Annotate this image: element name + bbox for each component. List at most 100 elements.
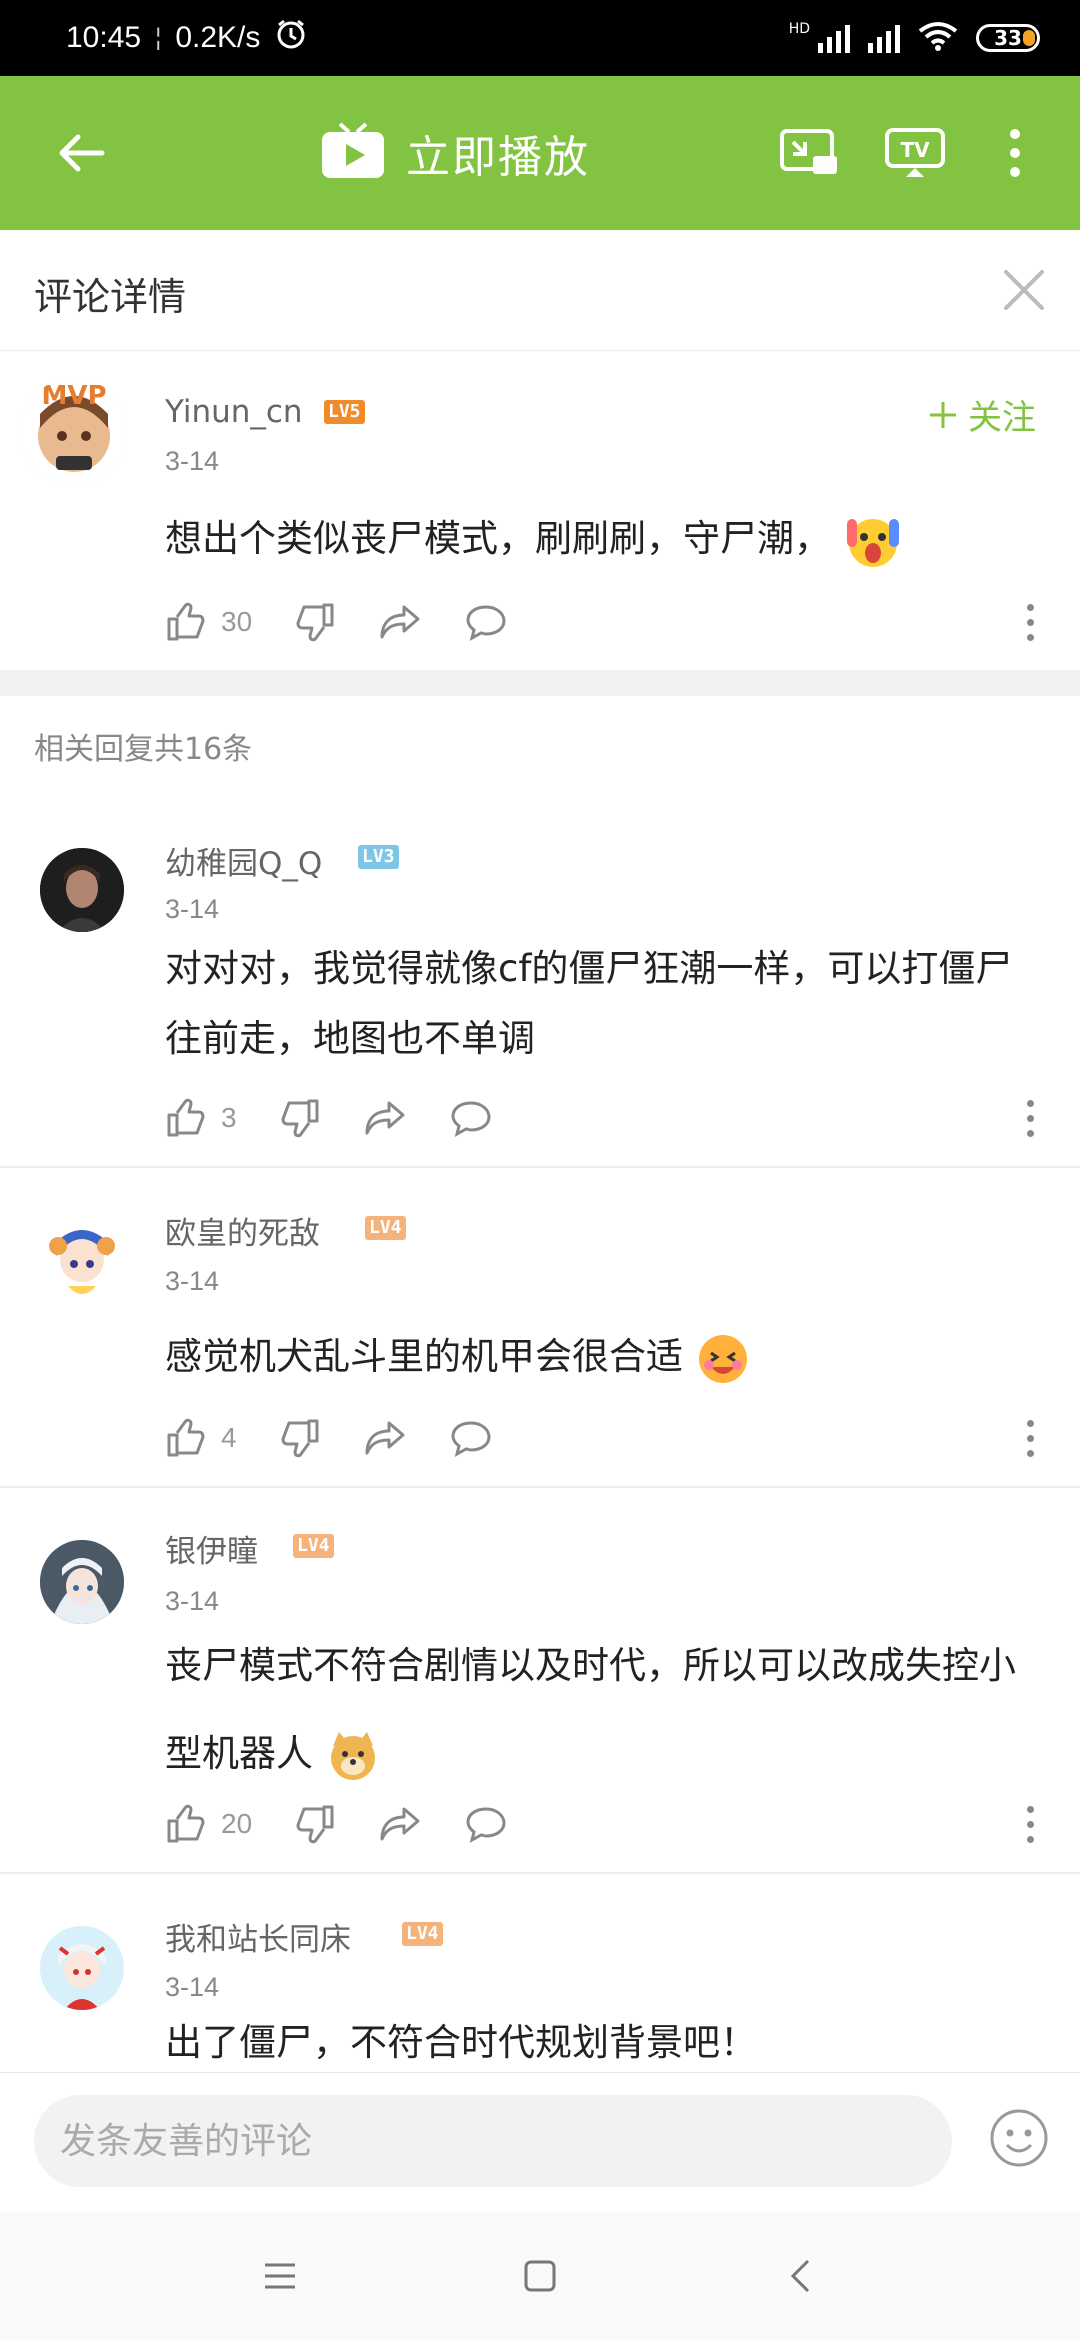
share-arrow-icon xyxy=(380,605,420,639)
divider xyxy=(0,1872,1080,1874)
share-button[interactable] xyxy=(378,601,422,643)
comment-text-body: 想出个类似丧尸模式，刷刷刷，守尸潮， xyxy=(165,517,831,560)
reply-button[interactable] xyxy=(449,1417,493,1459)
home-button[interactable] xyxy=(510,2246,570,2306)
divider xyxy=(0,1486,1080,1488)
thumbs-down-icon xyxy=(281,1099,319,1138)
like-button[interactable]: 3 xyxy=(165,1097,237,1139)
home-square-icon xyxy=(524,2260,556,2292)
avatar[interactable] xyxy=(40,848,124,932)
like-button[interactable]: 30 xyxy=(165,601,252,643)
wifi-icon xyxy=(918,21,958,55)
tv-cast-icon: TV xyxy=(885,128,945,177)
status-time: 10:45 xyxy=(66,21,142,54)
comment-detail-header: 评论详情 xyxy=(0,230,1080,351)
share-arrow-icon xyxy=(365,1421,405,1455)
follow-button[interactable]: 关注 xyxy=(928,390,1036,439)
divider xyxy=(0,1166,1080,1168)
share-button[interactable] xyxy=(363,1097,407,1139)
reply-date: 3-14 xyxy=(165,1972,220,2002)
like-count: 3 xyxy=(221,1102,237,1133)
avatar[interactable] xyxy=(40,1220,124,1304)
section-separator xyxy=(0,670,1080,696)
comment-bubble-icon xyxy=(451,1101,491,1137)
back-button[interactable] xyxy=(46,118,116,188)
close-button[interactable] xyxy=(1000,266,1048,314)
reply-username[interactable]: 幼稚园Q_Q xyxy=(165,838,322,883)
level-badge: LV4 xyxy=(293,1534,334,1558)
picture-in-picture-icon xyxy=(780,129,837,174)
chevron-left-icon xyxy=(790,2259,810,2293)
comment-input-container xyxy=(34,2095,952,2187)
svg-text:TV: TV xyxy=(900,138,930,162)
main-comment: MVP Yinun_cn LV5 3-14 关注 想出个类似丧尸模式，刷刷刷，守… xyxy=(0,360,1080,670)
reply-text: 对对对，我觉得就像cf的僵尸狂潮一样，可以打僵尸往前走，地图也不单调 xyxy=(165,947,1013,1060)
reply-button[interactable] xyxy=(449,1097,493,1139)
thumbs-up-icon xyxy=(167,1804,205,1843)
system-back-button[interactable] xyxy=(770,2246,830,2306)
recent-apps-button[interactable] xyxy=(250,2246,310,2306)
more-options-button[interactable] xyxy=(1010,1408,1050,1468)
signal-icon xyxy=(818,23,850,53)
reply-username[interactable]: 银伊瞳 xyxy=(165,1526,258,1571)
follow-label: 关注 xyxy=(968,398,1036,438)
thumbs-down-icon xyxy=(296,603,334,642)
comment-input-bar xyxy=(0,2072,1080,2213)
svg-text:MVP: MVP xyxy=(41,381,106,411)
menu-lines-icon xyxy=(265,2263,295,2289)
dislike-button[interactable] xyxy=(279,1417,321,1459)
comment-input[interactable] xyxy=(58,2119,952,2163)
share-arrow-icon xyxy=(365,1101,405,1135)
comment-actions: 30 xyxy=(165,592,550,652)
reply-username[interactable]: 欧皇的死敌 xyxy=(165,1208,320,1253)
reply-text: 感觉机犬乱斗里的机甲会很合适 xyxy=(165,1322,1045,1392)
play-now-label: 立即播放 xyxy=(406,132,590,183)
back-arrow-icon xyxy=(59,134,105,172)
like-button[interactable]: 20 xyxy=(165,1803,252,1845)
system-nav-bar xyxy=(0,2212,1080,2340)
dislike-button[interactable] xyxy=(294,601,336,643)
share-button[interactable] xyxy=(378,1803,422,1845)
reply-text-body: 感觉机犬乱斗里的机甲会很合适 xyxy=(165,1335,683,1378)
shocked-emoji-icon xyxy=(846,518,899,567)
more-options-button[interactable] xyxy=(1010,1088,1050,1148)
avatar[interactable]: MVP xyxy=(20,378,128,486)
comment-username[interactable]: Yinun_cn xyxy=(165,394,303,430)
reply-actions: 4 xyxy=(165,1408,535,1468)
cast-tv-button[interactable]: TV xyxy=(882,120,948,186)
reply-date: 3-14 xyxy=(165,894,220,924)
emoji-button[interactable] xyxy=(988,2107,1050,2169)
thumbs-up-icon xyxy=(167,1418,205,1457)
level-badge: LV5 xyxy=(324,400,365,424)
reply-username[interactable]: 我和站长同床 xyxy=(165,1914,351,1959)
dislike-button[interactable] xyxy=(294,1803,336,1845)
thumbs-up-icon xyxy=(167,602,205,641)
level-badge: LV4 xyxy=(365,1216,406,1240)
comment-text: 想出个类似丧尸模式，刷刷刷，守尸潮， xyxy=(165,504,1045,574)
reply-date: 3-14 xyxy=(165,1586,220,1616)
more-options-button[interactable] xyxy=(1010,592,1050,652)
alarm-icon xyxy=(274,17,308,59)
dislike-button[interactable] xyxy=(279,1097,321,1139)
reply-text-body: 丧尸模式不符合剧情以及时代，所以可以改成失控小型机器人 xyxy=(165,1644,1016,1775)
like-button[interactable]: 4 xyxy=(165,1417,237,1459)
reply-button[interactable] xyxy=(464,601,508,643)
battery-level: 33 xyxy=(994,26,1022,50)
reply-button[interactable] xyxy=(464,1803,508,1845)
avatar[interactable] xyxy=(40,1926,124,2010)
doge-emoji-icon xyxy=(330,1731,375,1780)
comment-bubble-icon xyxy=(451,1421,491,1457)
yummy-emoji-icon xyxy=(698,1334,747,1383)
tv-play-icon xyxy=(322,122,384,178)
replies-count-header: 相关回复共16条 xyxy=(34,732,253,767)
mini-window-button[interactable] xyxy=(776,120,842,186)
more-menu-button[interactable] xyxy=(990,120,1040,186)
avatar[interactable] xyxy=(40,1540,124,1624)
comment-bubble-icon xyxy=(466,605,506,641)
battery-icon: 33 xyxy=(976,24,1040,52)
more-options-button[interactable] xyxy=(1010,1794,1050,1854)
share-button[interactable] xyxy=(363,1417,407,1459)
play-now-button[interactable]: 立即播放 xyxy=(320,112,590,194)
like-count: 30 xyxy=(221,606,253,637)
thumbs-up-icon xyxy=(167,1098,205,1137)
